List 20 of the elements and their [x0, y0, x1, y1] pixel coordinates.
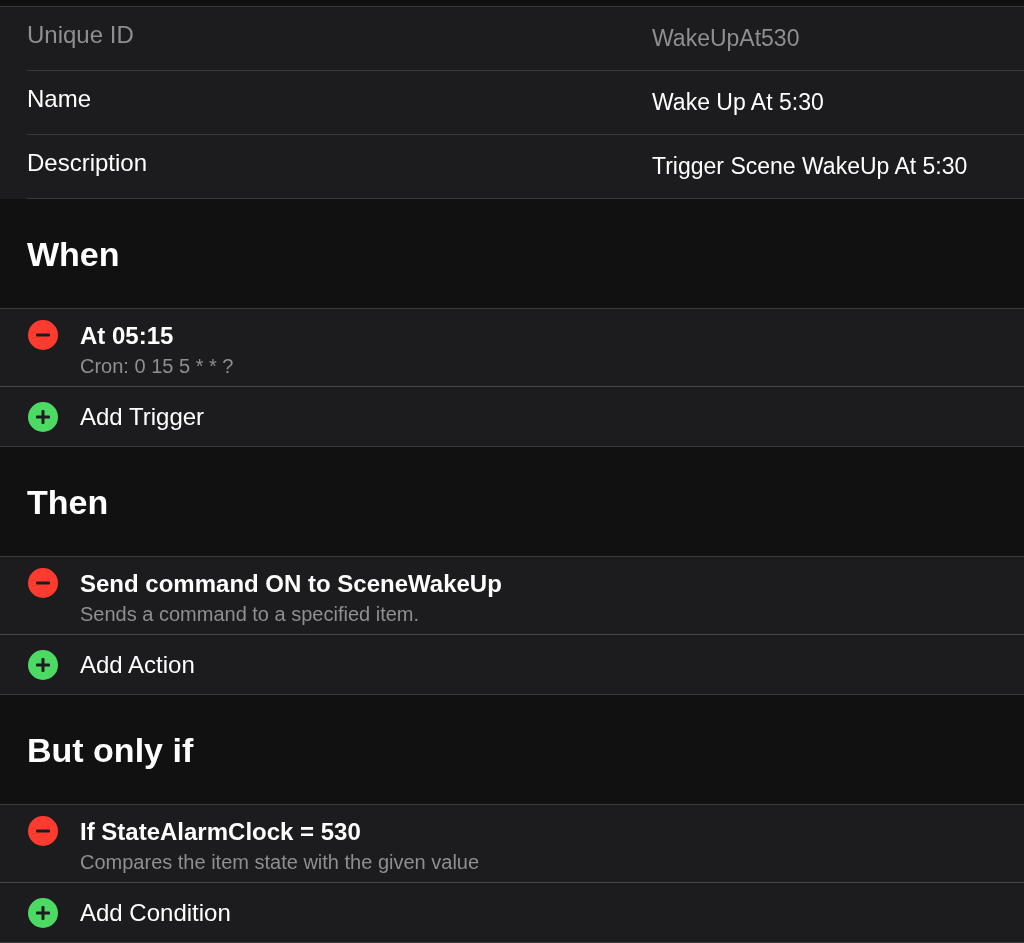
- add-icon[interactable]: [28, 649, 58, 680]
- item-subtitle: Cron: 0 15 5 * * ?: [80, 355, 234, 378]
- item-subtitle: Compares the item state with the given value: [80, 851, 480, 874]
- item-title[interactable]: Send command ON to SceneWakeUp: [80, 570, 502, 598]
- add-link[interactable]: Add Action: [80, 650, 195, 679]
- remove-icon[interactable]: [28, 320, 58, 350]
- remove-icon[interactable]: [28, 816, 58, 846]
- add-link[interactable]: Add Trigger: [80, 402, 205, 431]
- field-label: Name: [27, 84, 93, 113]
- add-icon[interactable]: [28, 897, 58, 928]
- item-title[interactable]: If StateAlarmClock = 530: [80, 818, 480, 846]
- add-icon[interactable]: [28, 401, 58, 432]
- field-label: Unique ID: [27, 20, 135, 49]
- field-value[interactable]: Trigger Scene WakeUp At 5:30: [652, 153, 968, 180]
- field-label: Description: [27, 148, 149, 177]
- item-subtitle: Sends a command to a specified item.: [80, 603, 421, 626]
- remove-icon[interactable]: [28, 568, 58, 598]
- add-link[interactable]: Add Condition: [80, 898, 231, 927]
- item-title[interactable]: At 05:15: [80, 322, 234, 350]
- field-value[interactable]: Wake Up At 5:30: [652, 89, 824, 116]
